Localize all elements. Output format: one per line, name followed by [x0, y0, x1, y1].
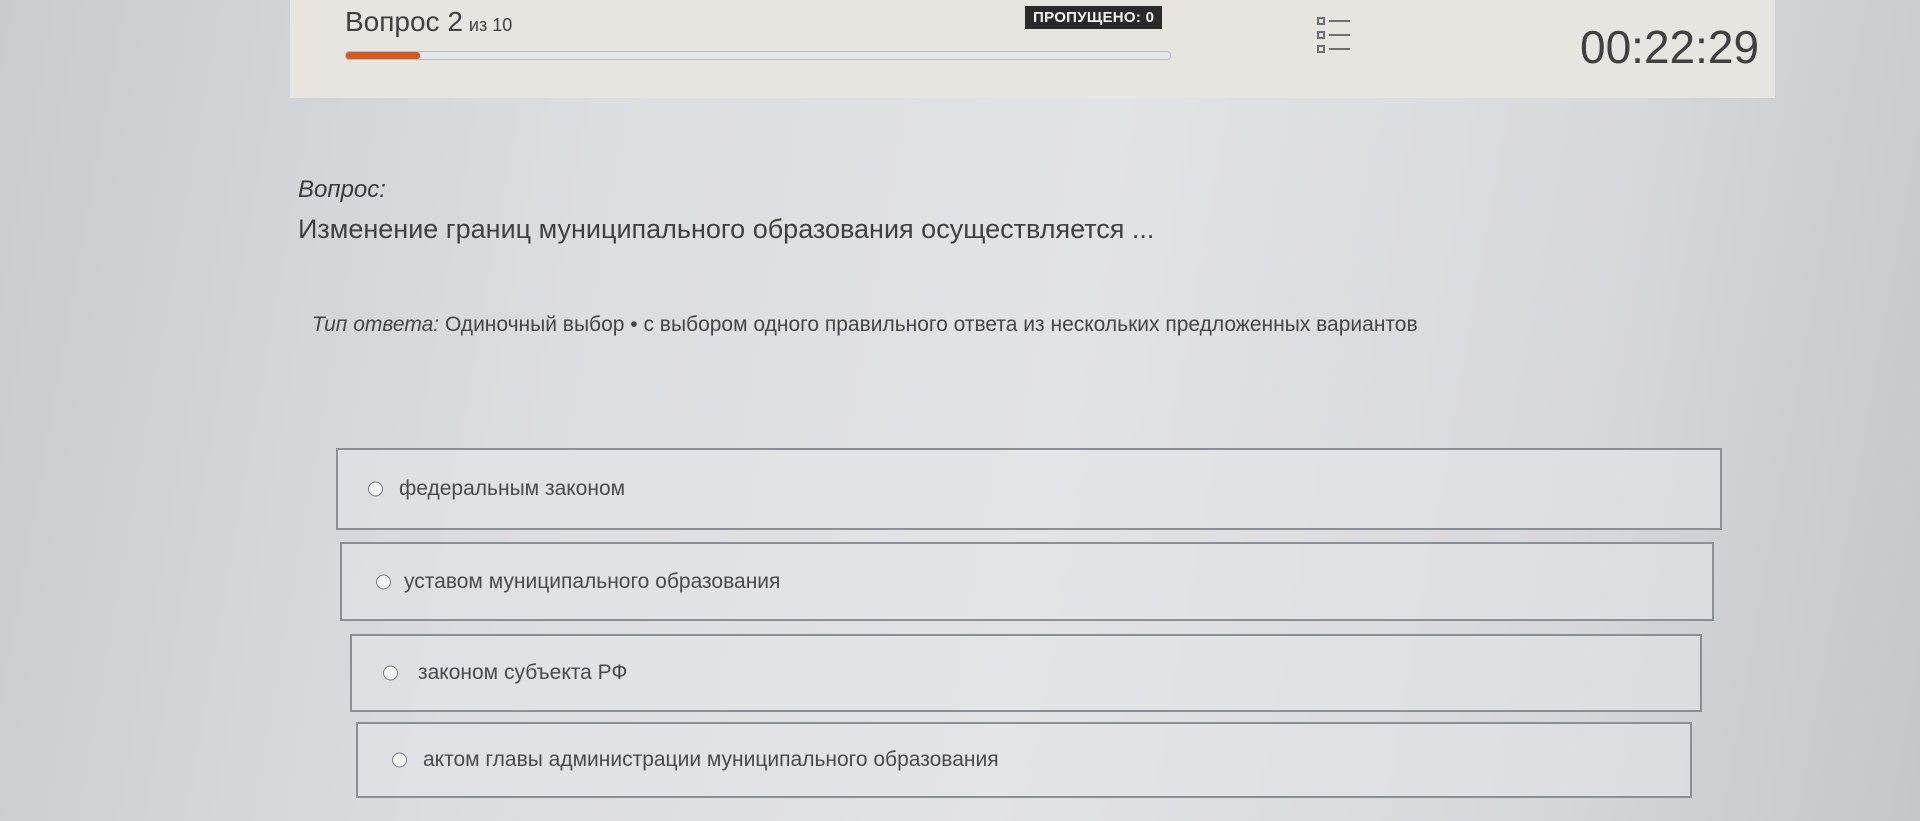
answer-option[interactable]: федеральным законом: [336, 448, 1722, 530]
question-label: Вопрос:: [298, 176, 386, 203]
answer-option[interactable]: уставом муниципального образования: [340, 542, 1714, 621]
radio-button[interactable]: [392, 752, 407, 768]
answer-option-label: уставом муниципального образования: [404, 569, 781, 593]
progress-bar-fill: [346, 52, 421, 59]
timer: 00:22:29: [1580, 21, 1760, 73]
progress-bar: [345, 51, 1171, 60]
skipped-badge: ПРОПУЩЕНО: 0: [1025, 6, 1163, 29]
radio-button[interactable]: [368, 481, 383, 497]
answer-option-label: законом субъекта РФ: [418, 661, 628, 684]
question-number: Вопрос 2: [345, 6, 463, 37]
quiz-header: Вопрос 2 из 10 ПРОПУЩЕНО: 0 00:22:29: [290, 0, 1775, 98]
question-total: из 10: [468, 15, 513, 35]
answer-option-label: федеральным законом: [399, 477, 626, 500]
answer-type-value: Одиночный выбор • с выбором одного прави…: [444, 313, 1418, 336]
radio-button[interactable]: [383, 665, 398, 681]
answer-option[interactable]: законом субъекта РФ: [350, 634, 1702, 712]
radio-button[interactable]: [376, 574, 391, 589]
answer-type-label: Тип ответа:: [312, 313, 440, 336]
question-list-icon[interactable]: [1310, 12, 1358, 60]
answer-option-label: актом главы администрации муниципального…: [423, 748, 999, 771]
answer-type: Тип ответа: Одиночный выбор • с выбором …: [312, 313, 1418, 337]
question-counter: Вопрос 2 из 10: [345, 6, 512, 38]
question-text: Изменение границ муниципального образова…: [298, 214, 1155, 244]
answer-option[interactable]: актом главы администрации муниципального…: [356, 722, 1692, 798]
